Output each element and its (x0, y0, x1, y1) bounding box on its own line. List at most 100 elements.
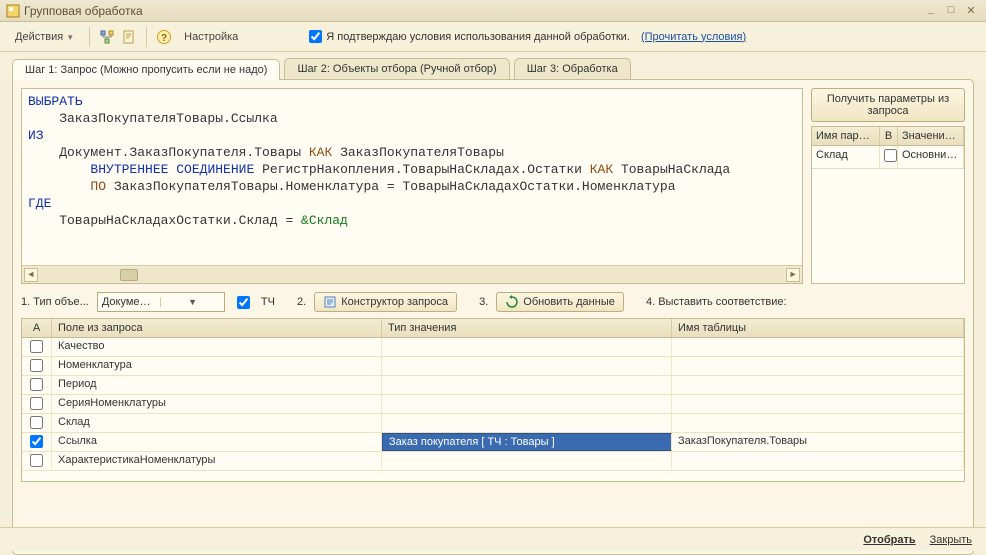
row-type[interactable] (382, 338, 672, 356)
app-icon (6, 4, 20, 18)
toolbar-separator (89, 27, 90, 47)
terms-link[interactable]: (Прочитать условия) (641, 31, 746, 43)
col-header-type: Тип значения (382, 319, 672, 337)
table-row[interactable]: Номенклатура (22, 357, 964, 376)
row-checkbox-cell[interactable] (22, 433, 52, 451)
row-type[interactable] (382, 452, 672, 470)
param-name: Склад (812, 146, 880, 168)
param-b-cell[interactable] (880, 146, 898, 168)
param-header-name: Имя парамет... (812, 127, 880, 145)
settings-button[interactable]: Настройка (177, 28, 245, 46)
step3-label: 3. (479, 296, 488, 308)
query-constructor-button[interactable]: Конструктор запроса (314, 292, 457, 312)
step2-label: 2. (297, 296, 306, 308)
row-table (672, 376, 964, 394)
help-icon[interactable]: ? (155, 28, 173, 46)
row-checkbox-cell[interactable] (22, 338, 52, 356)
select-button[interactable]: Отобрать (863, 534, 915, 546)
row-table (672, 414, 964, 432)
confirm-checkbox[interactable] (309, 30, 322, 43)
row-checkbox-cell[interactable] (22, 414, 52, 432)
row-field: Склад (52, 414, 382, 432)
toolbar-separator (146, 27, 147, 47)
tab-step3[interactable]: Шаг 3: Обработка (514, 58, 631, 79)
row-checkbox[interactable] (30, 378, 43, 391)
row-table (672, 338, 964, 356)
tch-checkbox[interactable] (237, 296, 250, 309)
object-type-select[interactable]: Документы ▼ (97, 292, 225, 312)
svg-text:?: ? (161, 33, 167, 44)
row-type[interactable] (382, 376, 672, 394)
row-checkbox-cell[interactable] (22, 395, 52, 413)
chevron-down-icon: ▼ (66, 33, 74, 42)
row-checkbox[interactable] (30, 454, 43, 467)
row-checkbox-cell[interactable] (22, 357, 52, 375)
table-row[interactable]: ХарактеристикаНоменклатуры (22, 452, 964, 471)
row-field: ХарактеристикаНоменклатуры (52, 452, 382, 470)
close-window-button[interactable]: ✕ (962, 4, 980, 18)
col-header-field: Поле из запроса (52, 319, 382, 337)
tab-panel: ВЫБРАТЬ ЗаказПокупателяТовары.СсылкаИЗ Д… (12, 79, 974, 555)
row-checkbox[interactable] (30, 397, 43, 410)
type-label: 1. Тип объе... (21, 296, 89, 308)
minimize-button[interactable]: _ (922, 4, 940, 18)
row-table (672, 357, 964, 375)
actions-menu[interactable]: Действия▼ (8, 28, 81, 46)
col-header-table: Имя таблицы (672, 319, 964, 337)
row-checkbox-cell[interactable] (22, 452, 52, 470)
tab-step2[interactable]: Шаг 2: Объекты отбора (Ручной отбор) (284, 58, 509, 79)
tree-icon[interactable] (98, 28, 116, 46)
param-row[interactable]: Склад Основний ... (812, 146, 964, 169)
horizontal-scrollbar[interactable]: ◄ ► (22, 265, 802, 283)
table-row[interactable]: СсылкаЗаказ покупателя [ ТЧ : Товары ]За… (22, 433, 964, 452)
query-editor[interactable]: ВЫБРАТЬ ЗаказПокупателяТовары.СсылкаИЗ Д… (21, 88, 803, 284)
refresh-data-button[interactable]: Обновить данные (496, 292, 624, 312)
row-checkbox[interactable] (30, 435, 43, 448)
window-title: Групповая обработка (24, 4, 920, 18)
table-row[interactable]: Склад (22, 414, 964, 433)
object-type-value: Документы (98, 296, 161, 308)
fields-table: A Поле из запроса Тип значения Имя табли… (21, 318, 965, 482)
row-table (672, 452, 964, 470)
row-type[interactable] (382, 357, 672, 375)
get-params-button[interactable]: Получить параметры из запроса (811, 88, 965, 122)
constructor-label: Конструктор запроса (341, 296, 448, 308)
close-button[interactable]: Закрыть (930, 534, 972, 546)
param-b-checkbox[interactable] (884, 149, 897, 162)
params-table: Имя парамет... В Значение ... Склад Осно… (811, 126, 965, 284)
scroll-thumb[interactable] (120, 269, 138, 281)
step4-label: 4. Выставить соответствие: (646, 296, 787, 308)
confirm-text: Я подтверждаю условия использования данн… (326, 31, 630, 43)
tab-step1[interactable]: Шаг 1: Запрос (Можно пропусить если не н… (12, 59, 280, 80)
row-type[interactable] (382, 395, 672, 413)
row-field: Номенклатура (52, 357, 382, 375)
row-checkbox[interactable] (30, 416, 43, 429)
row-table (672, 395, 964, 413)
row-type[interactable]: Заказ покупателя [ ТЧ : Товары ] (382, 433, 672, 451)
constructor-icon (323, 295, 337, 309)
refresh-icon (505, 295, 519, 309)
param-header-value: Значение ... (898, 127, 964, 145)
actions-label: Действия (15, 31, 63, 43)
row-checkbox-cell[interactable] (22, 376, 52, 394)
param-header-b: В (880, 127, 898, 145)
row-table: ЗаказПокупателя.Товары (672, 433, 964, 451)
refresh-label: Обновить данные (523, 296, 615, 308)
row-checkbox[interactable] (30, 359, 43, 372)
table-row[interactable]: Качество (22, 338, 964, 357)
row-field: Период (52, 376, 382, 394)
param-value: Основний ... (898, 146, 964, 168)
row-field: Ссылка (52, 433, 382, 451)
chevron-down-icon: ▼ (160, 297, 224, 307)
table-row[interactable]: СерияНоменклатуры (22, 395, 964, 414)
row-checkbox[interactable] (30, 340, 43, 353)
maximize-button[interactable]: □ (942, 4, 960, 18)
table-row[interactable]: Период (22, 376, 964, 395)
scroll-right-icon[interactable]: ► (786, 268, 800, 282)
col-header-a: A (22, 319, 52, 337)
tch-label: ТЧ (261, 296, 275, 308)
row-field: Качество (52, 338, 382, 356)
script-icon[interactable] (120, 28, 138, 46)
scroll-left-icon[interactable]: ◄ (24, 268, 38, 282)
row-type[interactable] (382, 414, 672, 432)
